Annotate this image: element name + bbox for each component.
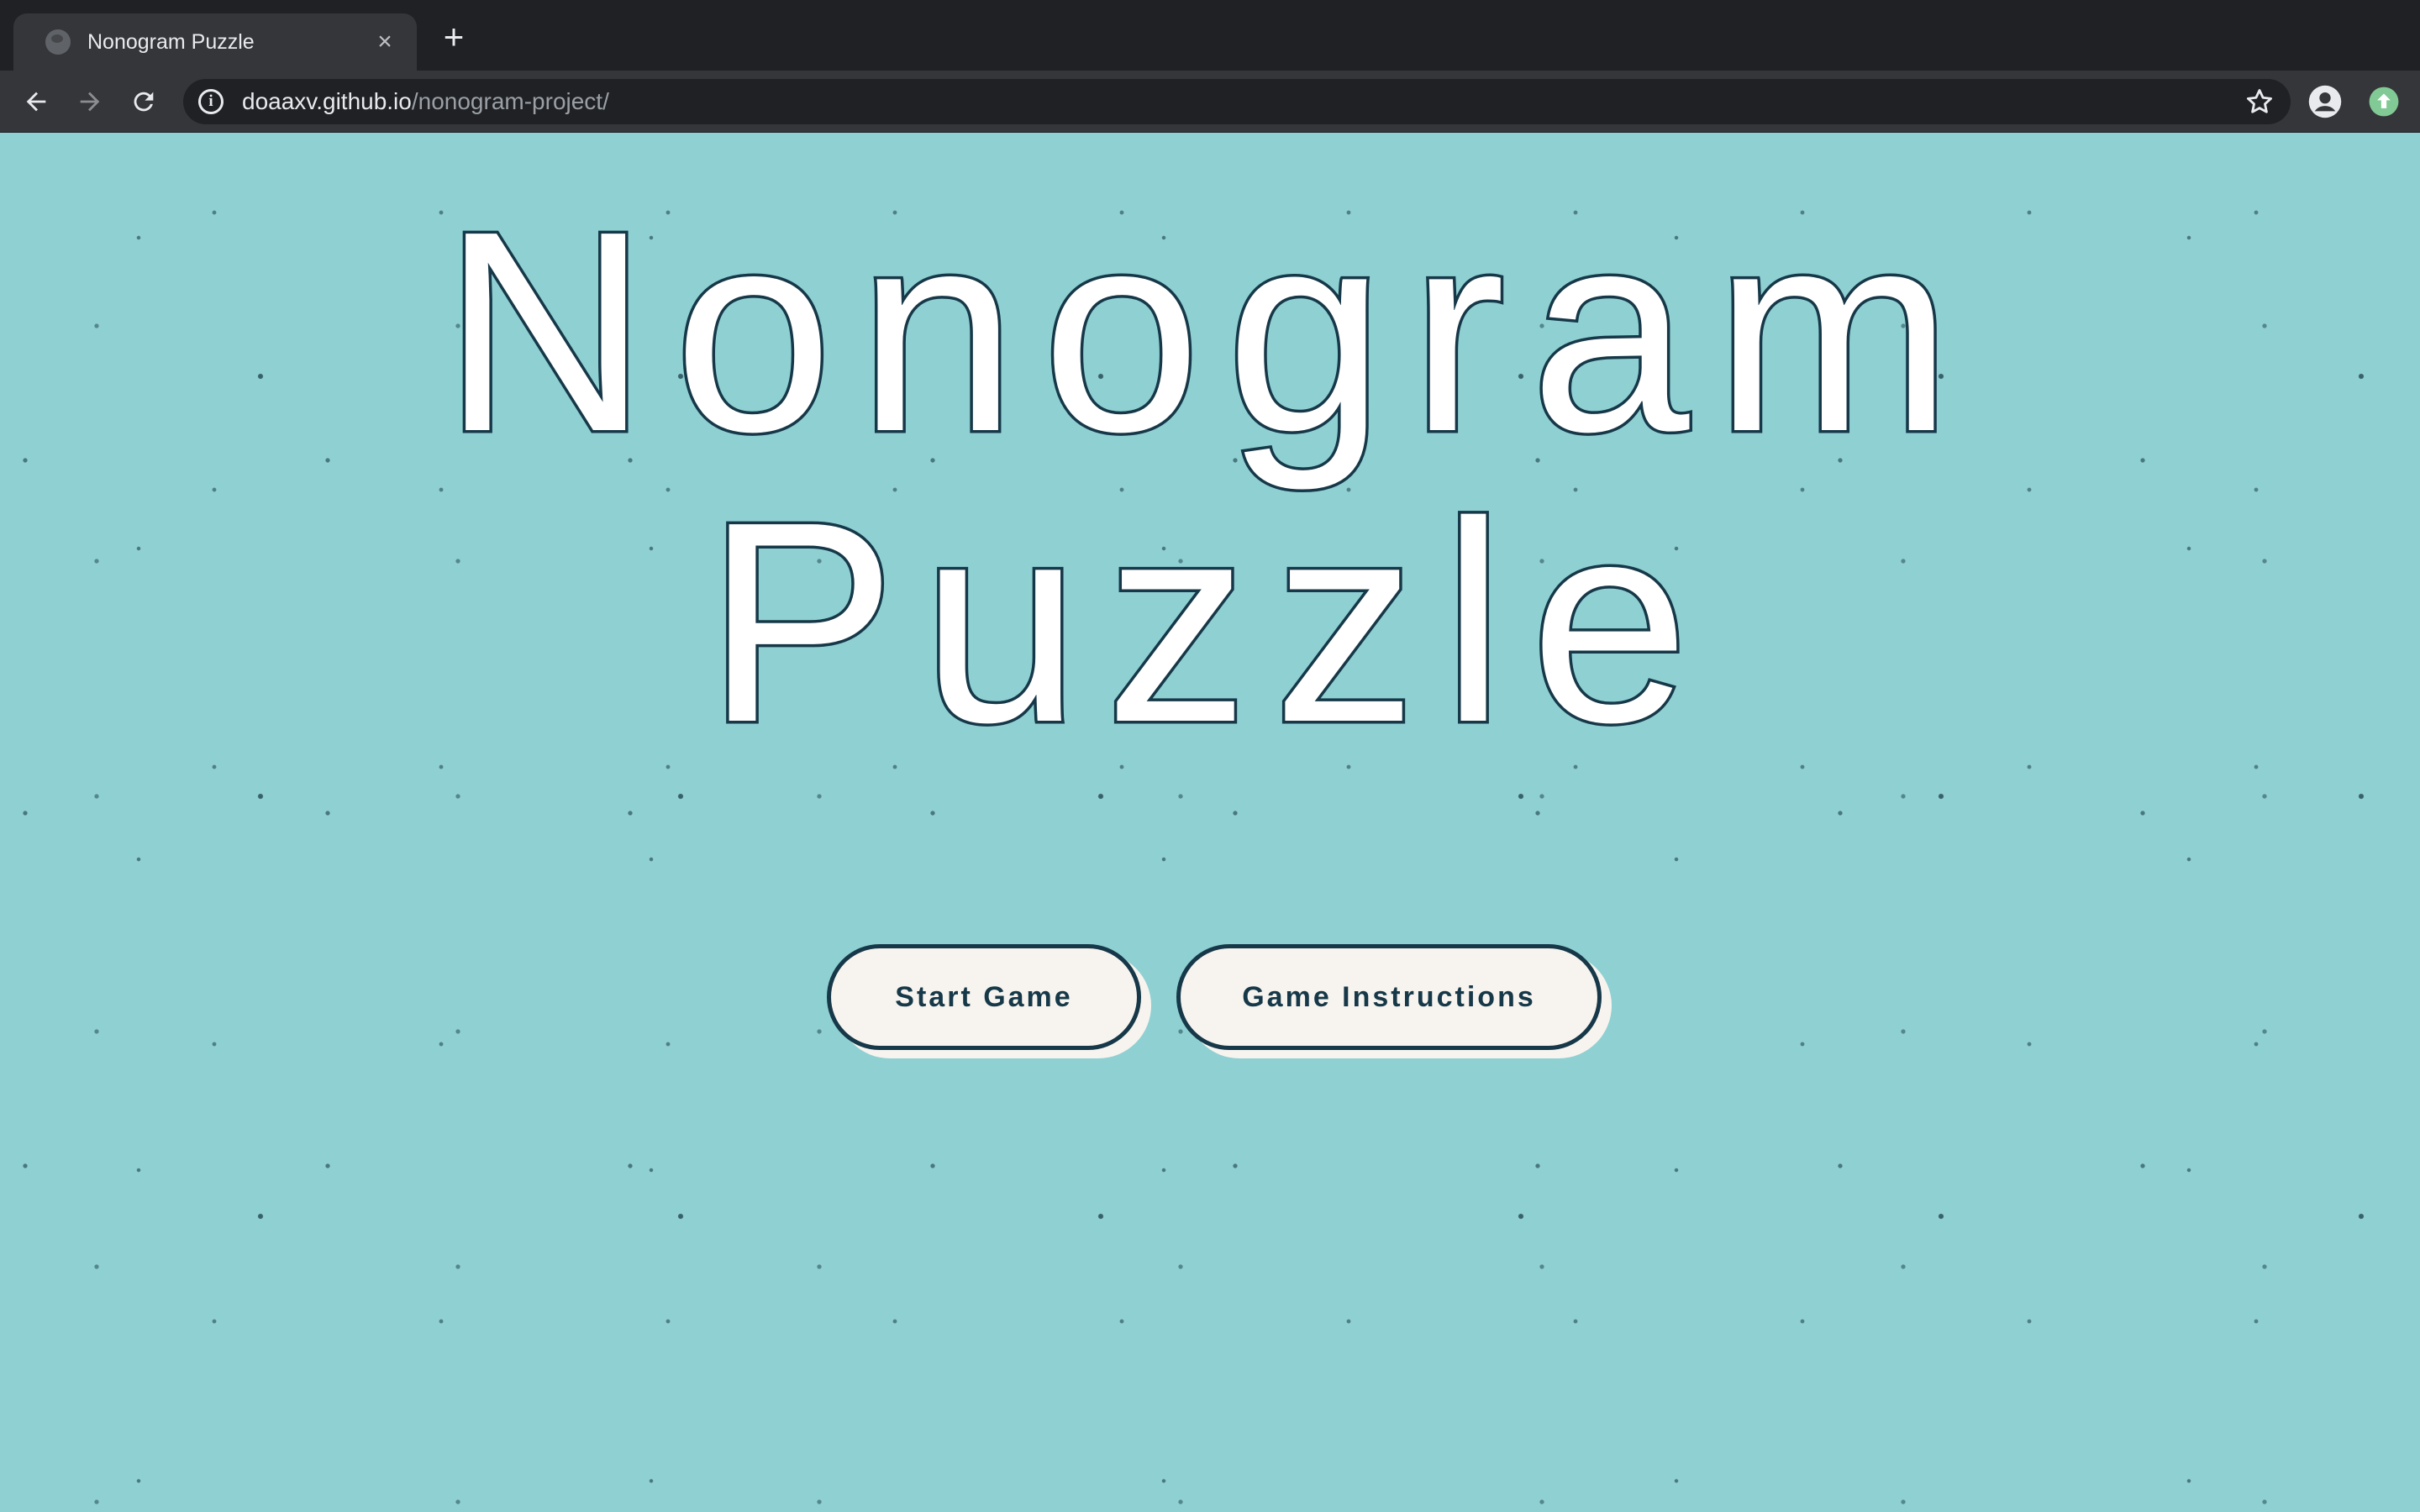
browser-toolbar: i doaaxv.github.io/nonogram-project/ bbox=[0, 71, 2420, 133]
address-bar[interactable]: i doaaxv.github.io/nonogram-project/ bbox=[183, 79, 2291, 124]
forward-button[interactable] bbox=[69, 81, 111, 123]
reload-button[interactable] bbox=[123, 81, 165, 123]
back-button[interactable] bbox=[15, 81, 57, 123]
url-path: /nonogram-project/ bbox=[411, 88, 609, 114]
start-game-button[interactable]: Start Game bbox=[827, 944, 1141, 1050]
url-text: doaaxv.github.io/nonogram-project/ bbox=[242, 88, 609, 115]
game-landing-page: Nonogram Puzzle Start Game Game Instruct… bbox=[0, 133, 2420, 1512]
title-line-1: Nonogram bbox=[439, 172, 1978, 491]
menu-buttons: Start Game Game Instructions bbox=[0, 944, 2420, 1050]
profile-icon[interactable] bbox=[2307, 84, 2343, 119]
page-title: Nonogram Puzzle bbox=[0, 172, 2420, 782]
title-line-2: Puzzle bbox=[702, 463, 1715, 782]
arrow-right-icon bbox=[80, 92, 100, 112]
game-instructions-button[interactable]: Game Instructions bbox=[1176, 944, 1602, 1050]
globe-icon bbox=[45, 29, 71, 55]
arrow-left-icon bbox=[26, 92, 46, 112]
close-tab-icon[interactable]: × bbox=[371, 29, 398, 55]
update-available-icon[interactable] bbox=[2368, 86, 2400, 118]
info-icon[interactable]: i bbox=[198, 89, 224, 114]
reload-icon bbox=[134, 92, 154, 112]
new-tab-button[interactable]: + bbox=[439, 19, 469, 55]
tab-bar: Nonogram Puzzle × + bbox=[0, 0, 2420, 71]
bookmark-star-icon[interactable] bbox=[2244, 86, 2275, 118]
tab-title: Nonogram Puzzle bbox=[87, 29, 255, 54]
browser-tab[interactable]: Nonogram Puzzle × bbox=[13, 13, 417, 71]
url-host: doaaxv.github.io bbox=[242, 88, 412, 114]
